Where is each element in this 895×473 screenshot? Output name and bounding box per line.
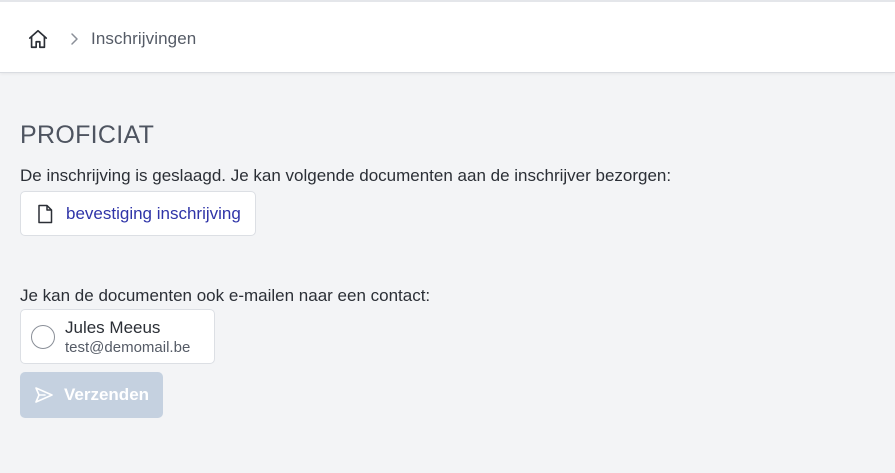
breadcrumb-current[interactable]: Inschrijvingen (91, 29, 196, 49)
chevron-right-icon (67, 32, 81, 46)
send-button[interactable]: Verzenden (20, 372, 164, 418)
top-bar: Inschrijvingen (0, 0, 895, 73)
contact-radio[interactable] (31, 324, 55, 349)
breadcrumb: Inschrijvingen (27, 27, 196, 51)
document-icon (36, 204, 54, 224)
contact-name: Jules Meeus (65, 317, 161, 337)
document-link-label[interactable]: bevestiging inschrijving (66, 204, 241, 224)
main-content: PROFICIAT De inschrijving is geslaagd. J… (20, 73, 880, 418)
document-link-bevestiging[interactable]: bevestiging inschrijving (20, 191, 256, 236)
email-instruction: Je kan de documenten ook e-mailen naar e… (20, 286, 431, 305)
send-button-label: Verzenden (64, 385, 150, 404)
home-icon[interactable] (27, 28, 49, 50)
success-message: De inschrijving is geslaagd. Je kan volg… (20, 166, 672, 185)
contact-option[interactable]: Jules Meeus test@demomail.be (20, 309, 215, 364)
contact-email: test@demomail.be (65, 338, 191, 356)
send-icon (34, 385, 54, 405)
page-title: PROFICIAT (20, 121, 155, 149)
contact-info: Jules Meeus test@demomail.be (65, 317, 190, 357)
